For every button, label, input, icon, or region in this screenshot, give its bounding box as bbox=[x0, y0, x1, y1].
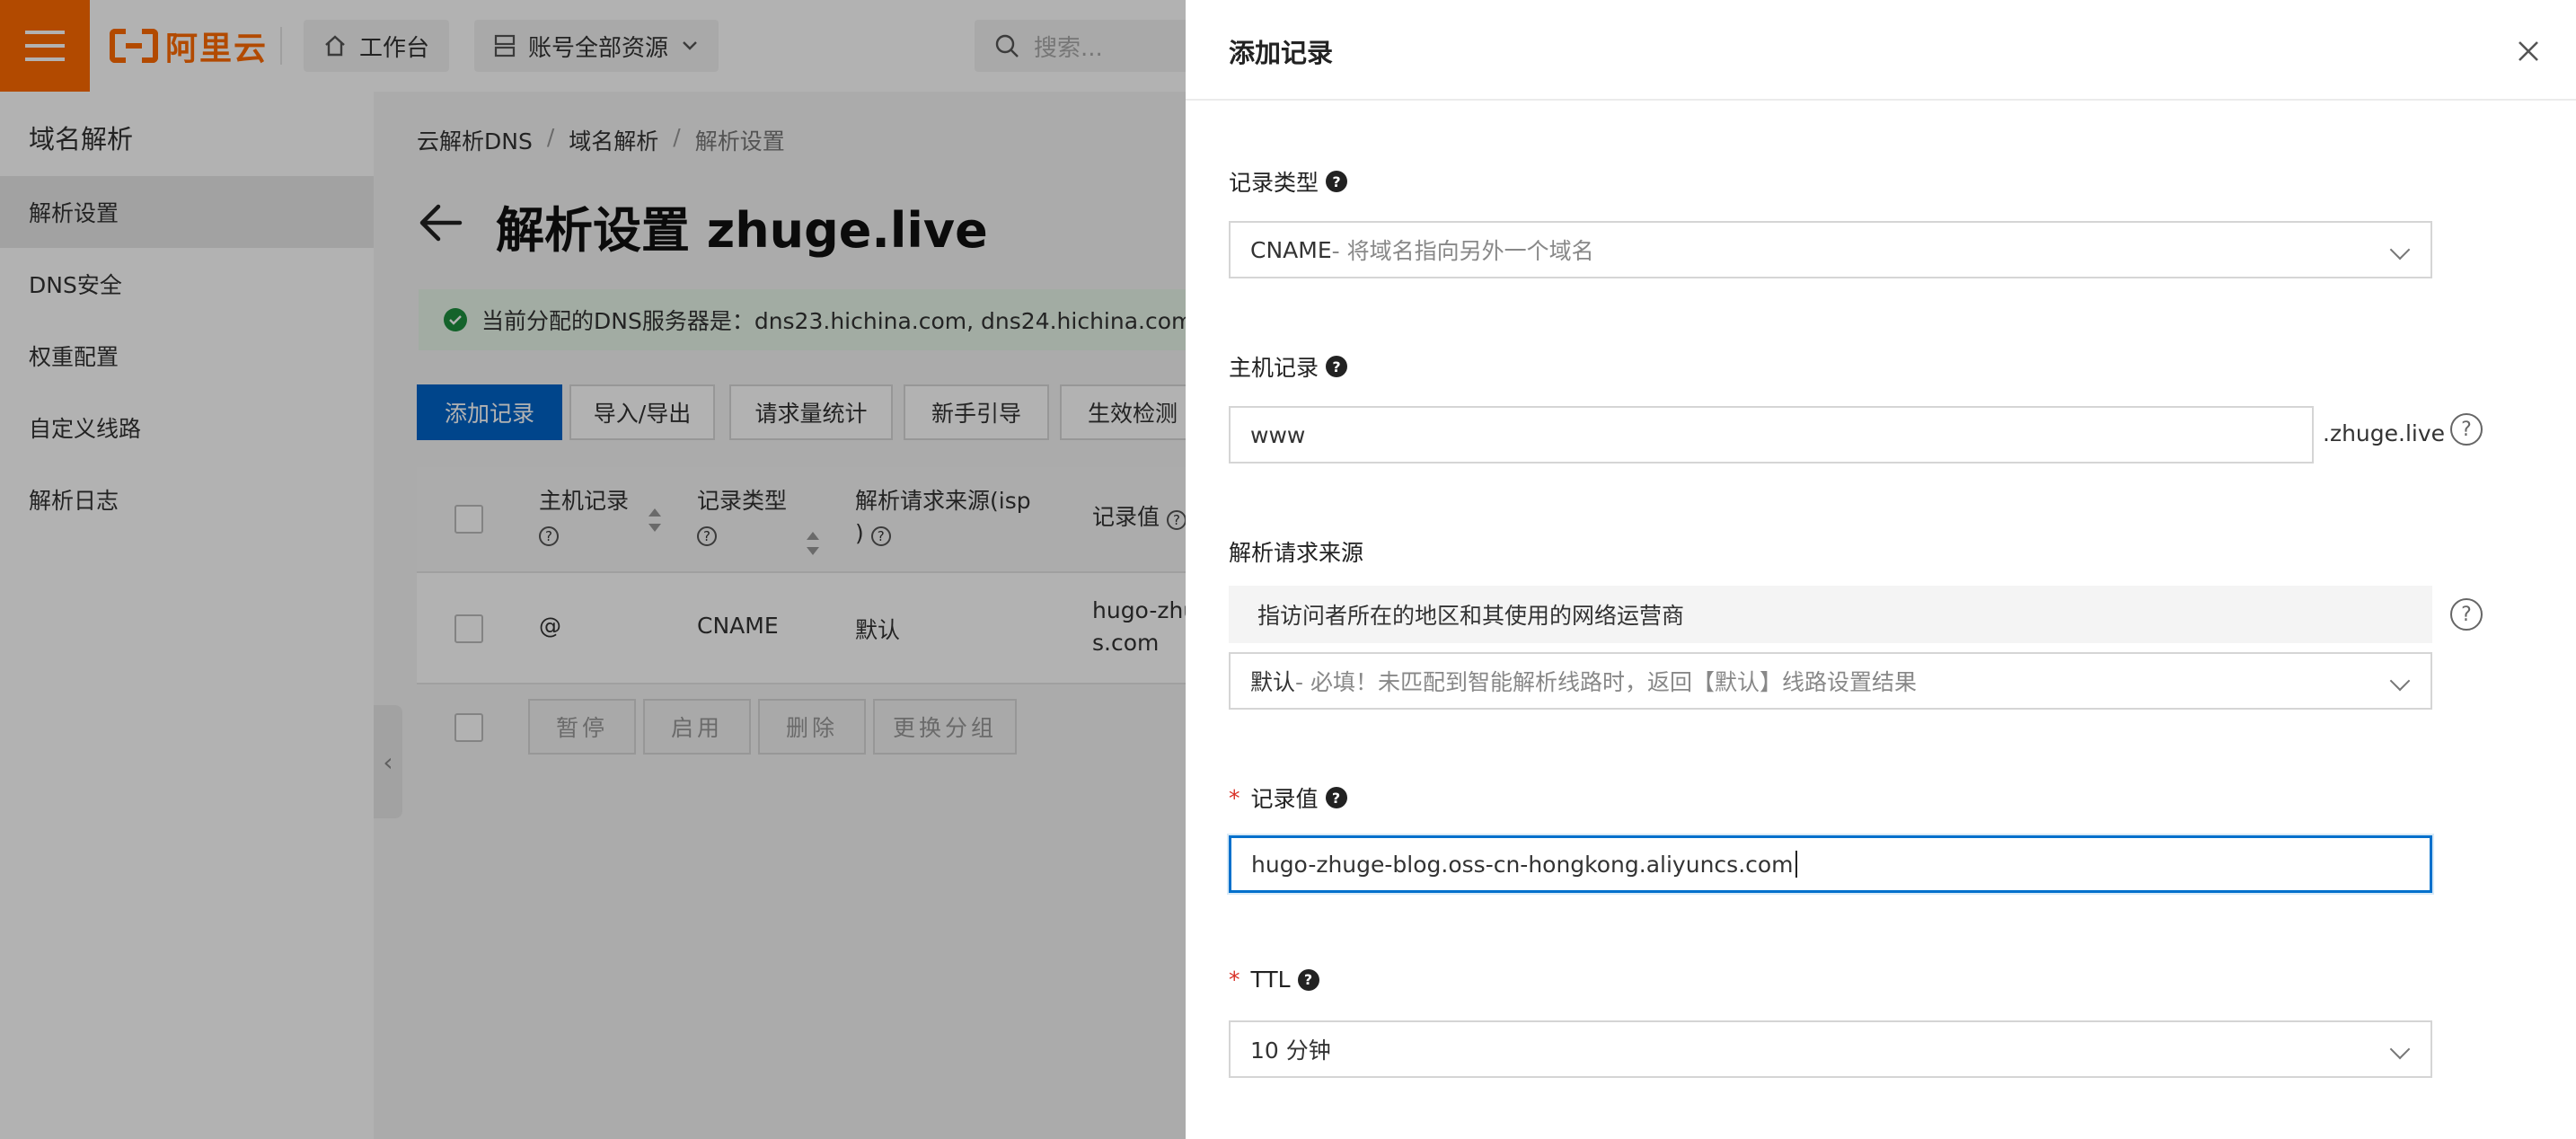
record-value-label-text: 记录值 bbox=[1250, 786, 1319, 812]
question-circle-icon[interactable]: ? bbox=[2450, 413, 2483, 446]
help-icon[interactable]: ? bbox=[1326, 171, 1348, 192]
record-type-select[interactable]: CNAME - 将域名指向另外一个域名 bbox=[1229, 221, 2432, 278]
modal-overlay[interactable] bbox=[0, 0, 1186, 1139]
chevron-down-icon bbox=[2389, 670, 2411, 692]
ttl-value: 10 分钟 bbox=[1250, 1037, 1331, 1064]
domain-suffix: .zhuge.live bbox=[2323, 420, 2446, 446]
ttl-label: * TTL ? bbox=[1229, 967, 1319, 993]
text-cursor bbox=[1795, 851, 1797, 878]
record-value-input[interactable]: hugo-zhuge-blog.oss-cn-hongkong.aliyuncs… bbox=[1229, 835, 2432, 893]
line-hint: 指访问者所在的地区和其使用的网络运营商 bbox=[1229, 586, 2432, 643]
required-mark: * bbox=[1229, 784, 1240, 811]
record-value-text: hugo-zhuge-blog.oss-cn-hongkong.aliyuncs… bbox=[1251, 851, 1794, 878]
host-record-value: www bbox=[1250, 421, 1306, 448]
record-type-label: 记录类型 ? bbox=[1229, 165, 1348, 198]
record-type-value: CNAME bbox=[1250, 236, 1332, 263]
line-label: 解析请求来源 bbox=[1229, 535, 1363, 568]
chevron-down-icon bbox=[2389, 1038, 2411, 1060]
help-icon[interactable]: ? bbox=[1326, 356, 1348, 377]
close-icon[interactable] bbox=[2513, 36, 2544, 66]
chevron-down-icon bbox=[2389, 239, 2411, 260]
host-record-label: 主机记录 ? bbox=[1229, 350, 1348, 383]
ttl-label-text: TTL bbox=[1250, 967, 1291, 993]
host-record-label-text: 主机记录 bbox=[1229, 355, 1319, 381]
question-circle-icon[interactable]: ? bbox=[2450, 598, 2483, 631]
help-icon[interactable]: ? bbox=[1297, 968, 1319, 991]
record-type-description: - 将域名指向另外一个域名 bbox=[1331, 238, 1594, 264]
ttl-select[interactable]: 10 分钟 bbox=[1229, 1020, 2432, 1078]
line-select[interactable]: 默认 - 必填！未匹配到智能解析线路时，返回【默认】线路设置结果 bbox=[1229, 652, 2432, 710]
line-value: 默认 bbox=[1250, 669, 1296, 695]
required-mark: * bbox=[1229, 967, 1240, 993]
host-record-input[interactable]: www bbox=[1229, 406, 2314, 464]
line-label-text: 解析请求来源 bbox=[1229, 540, 1364, 566]
line-description: - 必填！未匹配到智能解析线路时，返回【默认】线路设置结果 bbox=[1295, 669, 1917, 695]
drawer-title: 添加记录 bbox=[1229, 38, 1334, 68]
record-type-label-text: 记录类型 bbox=[1229, 170, 1319, 196]
drawer-header: 添加记录 bbox=[1186, 0, 2576, 101]
help-icon[interactable]: ? bbox=[1325, 787, 1347, 808]
add-record-drawer: 添加记录 记录类型 ? CNAME - 将域名指向另外一个域名 主机记录 ? w… bbox=[1186, 0, 2576, 1139]
record-value-label: * 记录值 ? bbox=[1229, 781, 1347, 814]
